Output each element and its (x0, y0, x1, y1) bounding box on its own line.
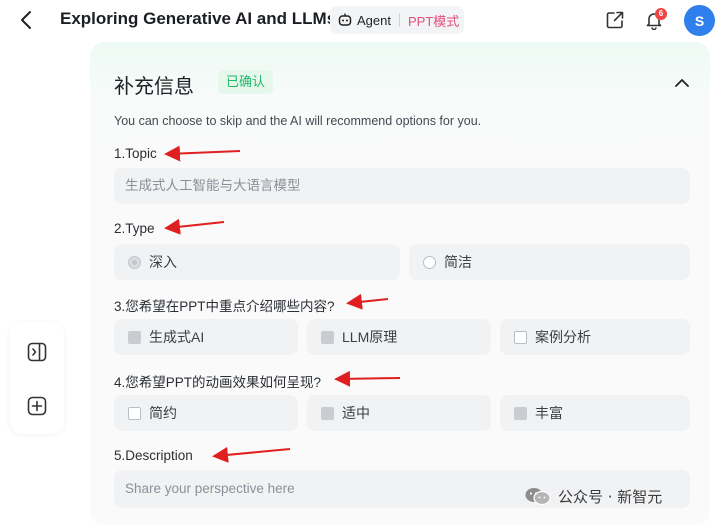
ppt-mode-label[interactable]: PPT模式 (408, 11, 459, 30)
mode-switch[interactable]: Agent PPT模式 (330, 6, 464, 34)
radio-button[interactable] (423, 255, 436, 269)
question-label-topic: 1.Topic (114, 146, 157, 161)
radio-option-deep[interactable]: 深入 (114, 244, 400, 280)
checkbox-option-cases[interactable]: 案例分析 (500, 319, 690, 355)
agent-robot-icon (338, 13, 352, 27)
share-icon[interactable] (604, 9, 626, 31)
checkbox[interactable] (514, 406, 527, 420)
hint-text: You can choose to skip and the AI will r… (114, 114, 482, 128)
watermark: 公众号 · 新智元 (524, 483, 662, 509)
bell-icon[interactable]: 6 (643, 8, 667, 31)
option-label: 简约 (149, 405, 177, 421)
radio-option-concise[interactable]: 简洁 (409, 244, 690, 280)
chevron-up-icon[interactable] (672, 74, 692, 92)
radio-button[interactable] (128, 255, 141, 269)
plus-square-icon[interactable] (25, 394, 49, 418)
mode-divider (398, 13, 400, 27)
option-label: LLM原理 (342, 329, 398, 345)
checkbox-option-moderate[interactable]: 适中 (307, 395, 491, 431)
watermark-text: 公众号 · 新智元 (558, 487, 663, 506)
checkbox[interactable] (321, 406, 334, 420)
checkbox-option-genai[interactable]: 生成式AI (114, 319, 298, 355)
topic-input[interactable]: 生成式人工智能与大语言模型 (114, 168, 690, 204)
section-title: 补充信息 (114, 74, 194, 98)
option-label: 案例分析 (535, 329, 591, 345)
checkbox[interactable] (128, 406, 141, 420)
wechat-icon (524, 486, 552, 506)
notification-badge: 6 (655, 8, 667, 20)
sidebar-toggle-icon[interactable] (25, 340, 49, 364)
avatar[interactable]: S (684, 5, 715, 36)
top-bar: Exploring Generative AI and LLMs Agent P… (0, 0, 720, 40)
option-label: 深入 (149, 254, 177, 270)
checkbox[interactable] (514, 330, 527, 344)
checkbox-option-rich[interactable]: 丰富 (500, 395, 690, 431)
question-label-type: 2.Type (114, 221, 155, 236)
left-toolbar (10, 322, 64, 434)
status-badge: 已确认 (218, 70, 274, 94)
option-label: 适中 (342, 405, 370, 421)
question-label-content: 3.您希望在PPT中重点介绍哪些内容? (114, 299, 335, 314)
checkbox-option-llm[interactable]: LLM原理 (307, 319, 491, 355)
agent-mode-label[interactable]: Agent (357, 13, 391, 28)
checkbox-option-simple[interactable]: 简约 (114, 395, 298, 431)
checkbox[interactable] (128, 330, 141, 344)
option-label: 简洁 (444, 254, 472, 270)
option-label: 丰富 (535, 405, 563, 421)
question-label-description: 5.Description (114, 448, 193, 463)
checkbox[interactable] (321, 330, 334, 344)
back-arrow-icon[interactable] (16, 8, 36, 32)
page-title: Exploring Generative AI and LLMs (60, 9, 337, 28)
question-label-animation: 4.您希望PPT的动画效果如何呈现? (114, 375, 322, 390)
option-label: 生成式AI (149, 329, 205, 345)
